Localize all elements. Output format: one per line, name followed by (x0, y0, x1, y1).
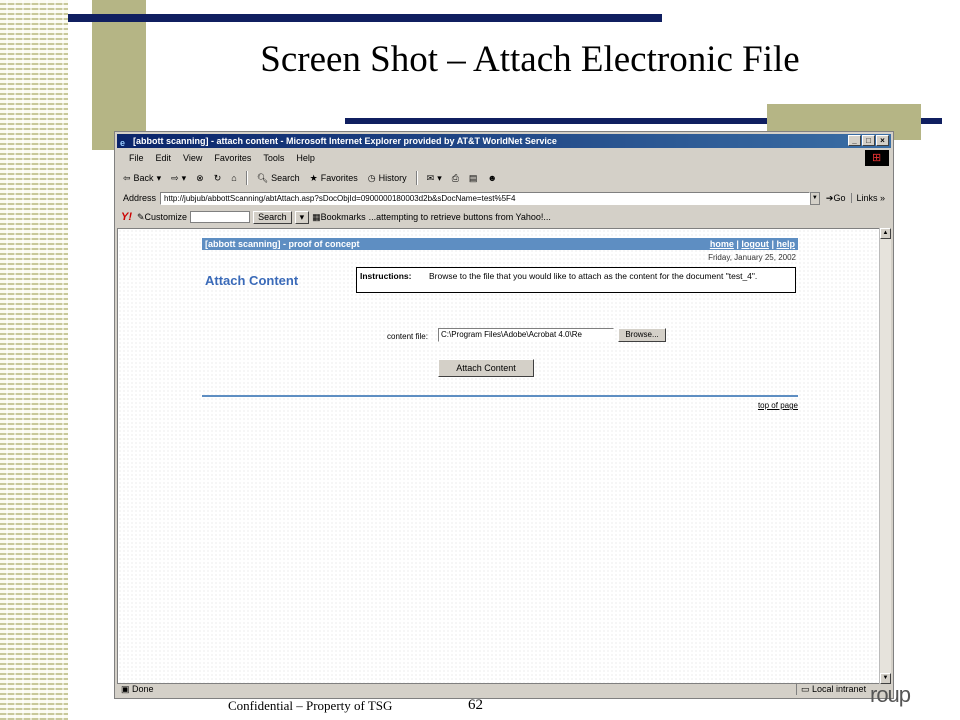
mail-button[interactable]: ✉ ▾ (423, 170, 446, 186)
menu-edit[interactable]: Edit (150, 151, 178, 165)
site-title: [abbott scanning] - proof of concept (205, 239, 360, 249)
company-logo-text: roup (870, 682, 911, 707)
yahoo-logo[interactable]: Y! (119, 211, 134, 223)
address-label: Address (123, 193, 157, 203)
instructions-label: Instructions: (360, 271, 412, 281)
search-button[interactable]: 🔍︎ Search (253, 170, 304, 186)
page-viewport: [abbott scanning] - proof of concept hom… (117, 228, 881, 684)
customize-button[interactable]: ✎Customize (137, 212, 187, 223)
vertical-scrollbar[interactable]: ▲ ▼ (879, 228, 891, 684)
yahoo-status-text: ...attempting to retrieve buttons from Y… (368, 212, 551, 222)
menu-favorites[interactable]: Favorites (208, 151, 257, 165)
history-icon: ◷ (367, 173, 376, 183)
attach-content-button[interactable]: Attach Content (438, 359, 534, 377)
mail-icon: ✉ (426, 173, 435, 183)
scroll-up-button[interactable]: ▲ (880, 228, 891, 239)
address-dropdown-button[interactable]: ▼ (809, 191, 820, 205)
bookmarks-icon: ▦ (312, 211, 321, 222)
ie-logo-icon: e (120, 138, 126, 148)
messenger-icon: ☻ (487, 173, 497, 183)
print-icon: ⎙ (451, 173, 459, 183)
browser-titlebar: e [abbott scanning] - attach content - M… (117, 134, 891, 148)
close-button[interactable]: × (876, 135, 889, 146)
slide-page-number: 62 (468, 697, 483, 713)
refresh-button[interactable]: ↻ (210, 170, 226, 186)
back-arrow-icon: ⇦ (123, 173, 131, 183)
history-button[interactable]: ◷ History (364, 170, 411, 186)
menu-file[interactable]: File (123, 151, 150, 165)
home-button[interactable]: ⌂ (227, 170, 240, 186)
back-button[interactable]: ⇦ Back ▾ (119, 170, 165, 186)
edit-icon: ▤ (468, 173, 478, 183)
nav-separator: | (736, 239, 739, 249)
address-input[interactable]: http://jubjub/abbottScanning/abtAttach.a… (160, 191, 810, 205)
browse-button[interactable]: Browse... (618, 328, 666, 342)
slide-footer: Confidential – Property of TSG (228, 698, 393, 713)
go-button[interactable]: ➔Go (820, 193, 852, 204)
page-icon: ▣ (121, 684, 130, 694)
site-header-bar: [abbott scanning] - proof of concept hom… (202, 238, 798, 250)
decorative-olive-bar-left (92, 0, 146, 150)
content-file-input[interactable]: C:\Program Files\Adobe\Acrobat 4.0\Re (438, 328, 614, 342)
forward-arrow-icon: ⇨ (171, 173, 179, 183)
links-button[interactable]: Links » (851, 193, 889, 203)
page-heading: Attach Content (205, 273, 299, 288)
yahoo-search-button[interactable]: Search (253, 210, 292, 224)
slide-title: Screen Shot – Attach Electronic File (260, 39, 800, 80)
top-of-page-link[interactable]: top of page (678, 401, 798, 410)
stop-button[interactable]: ⊗ (192, 170, 208, 186)
browser-toolbar: ⇦ Back ▾ ⇨ ▾ ⊗ ↻ ⌂ 🔍︎ Search ★ Favorites ◷ H… (119, 169, 501, 187)
maximize-button[interactable]: □ (862, 135, 875, 146)
edit-button[interactable]: ▤ (465, 170, 482, 186)
home-link[interactable]: home (710, 239, 734, 249)
nav-separator: | (771, 239, 774, 249)
decorative-stripes (0, 0, 68, 720)
page-date: Friday, January 25, 2002 (708, 253, 796, 262)
status-bar: ▣ Done ▭ Local intranet (117, 683, 891, 696)
status-text: ▣ Done (121, 684, 154, 694)
minimize-button[interactable]: _ (848, 135, 861, 146)
decorative-navy-line-top (68, 14, 662, 22)
menu-view[interactable]: View (177, 151, 208, 165)
yahoo-search-input[interactable] (190, 211, 251, 223)
toolbar-separator (415, 171, 418, 185)
windows-logo-icon (865, 150, 889, 166)
intranet-icon: ▭ (801, 684, 810, 694)
home-icon: ⌂ (231, 173, 237, 183)
forward-button[interactable]: ⇨ ▾ (167, 170, 190, 186)
refresh-icon: ↻ (213, 173, 222, 183)
help-link[interactable]: help (776, 239, 795, 249)
logout-link[interactable]: logout (741, 239, 769, 249)
favorites-icon: ★ (309, 173, 318, 183)
menu-bar: File Edit View Favorites Tools Help (123, 151, 321, 165)
menu-tools[interactable]: Tools (257, 151, 290, 165)
pencil-icon: ✎ (137, 211, 145, 222)
yahoo-toolbar: Y! ✎Customize Search ▾ ▦Bookmarks ...att… (119, 209, 889, 225)
page-divider (202, 395, 798, 397)
search-icon: 🔍︎ (256, 173, 269, 183)
address-bar: Address http://jubjub/abbottScanning/abt… (119, 190, 889, 206)
instructions-text: Browse to the file that you would like t… (429, 271, 758, 281)
toolbar-separator (245, 171, 248, 185)
stop-icon: ⊗ (196, 173, 204, 183)
browser-window: e [abbott scanning] - attach content - M… (114, 131, 894, 699)
bookmarks-button[interactable]: ▦Bookmarks (312, 212, 366, 223)
browser-title: [abbott scanning] - attach content - Mic… (133, 136, 557, 146)
menu-help[interactable]: Help (290, 151, 321, 165)
favorites-button[interactable]: ★ Favorites (306, 170, 362, 186)
instructions-box: Instructions: Browse to the file that yo… (356, 267, 796, 293)
yahoo-search-dropdown[interactable]: ▾ (294, 210, 310, 224)
print-button[interactable]: ⎙ (448, 170, 463, 186)
content-file-label: content file: (387, 332, 428, 341)
messenger-button[interactable]: ☻ (483, 170, 500, 186)
